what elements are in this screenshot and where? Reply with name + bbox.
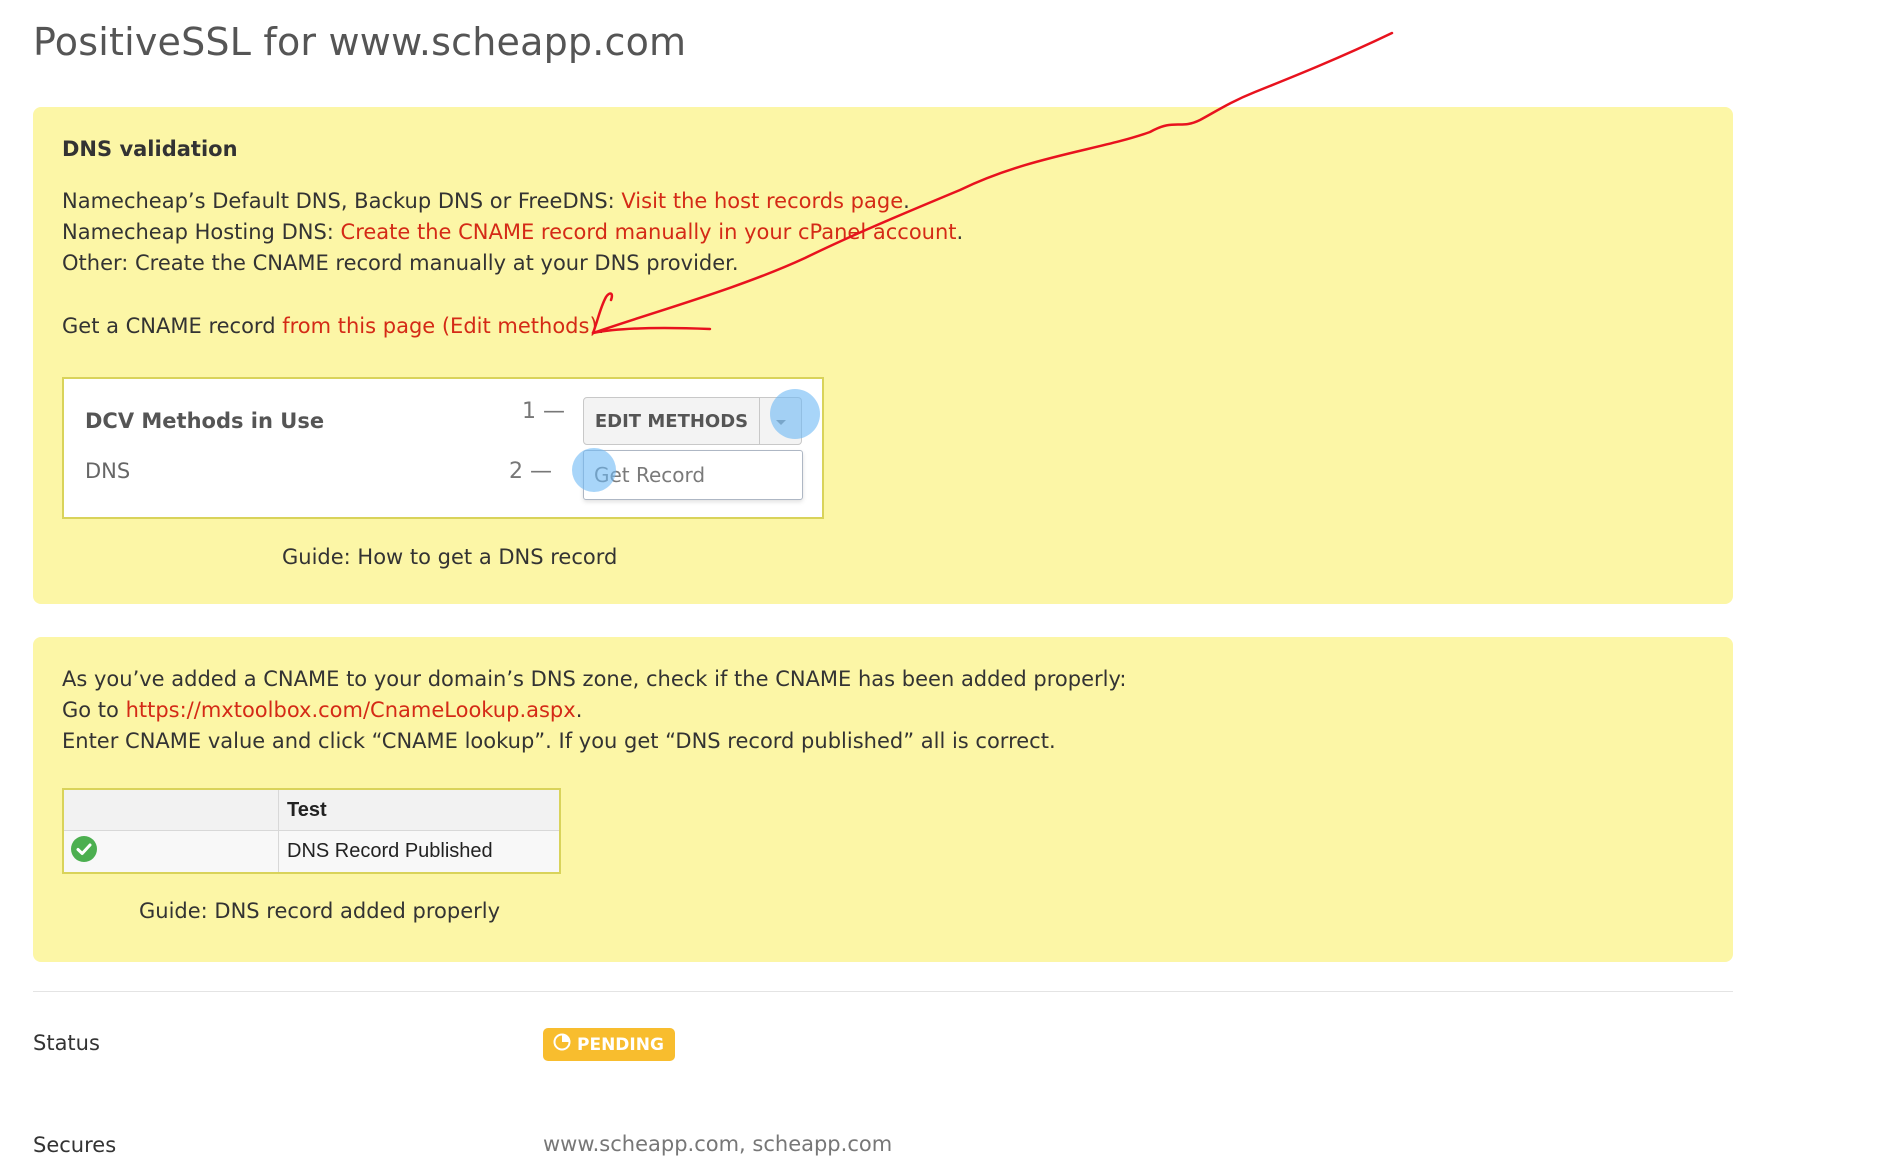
hosting-dns-line: Namecheap Hosting DNS: Create the CNAME … (62, 220, 963, 244)
page-title: PositiveSSL for www.scheapp.com (33, 20, 687, 64)
mx-header-test: Test (287, 798, 327, 821)
ssl-details-page: PositiveSSL for www.scheapp.com DNS vali… (0, 0, 1883, 1170)
mx-status-cell (64, 831, 279, 872)
cname-check-panel: As you’ve added a CNAME to your domain’s… (33, 637, 1733, 962)
default-dns-suffix: . (903, 189, 910, 213)
get-cname-line: Get a CNAME record from this page (Edit … (62, 314, 604, 338)
hosting-dns-suffix: . (956, 220, 964, 244)
secures-value: www.scheapp.com, scheapp.com (543, 1132, 893, 1156)
mxtoolbox-suffix: . (575, 698, 583, 722)
section-divider (33, 991, 1733, 992)
get-cname-suffix: . (597, 314, 605, 338)
default-dns-text: Namecheap’s Default DNS, Backup DNS or F… (62, 189, 622, 213)
cname-lookup-instructions: Enter CNAME value and click “CNAME looku… (62, 729, 1056, 753)
edit-methods-link[interactable]: from this page (Edit methods) (282, 314, 597, 338)
get-cname-text: Get a CNAME record (62, 314, 283, 338)
step-1-marker: 1 — (522, 399, 565, 424)
host-records-link[interactable]: Visit the host records page (621, 189, 903, 213)
status-label: Status (33, 1031, 100, 1055)
click-marker-step2 (572, 448, 616, 492)
dns-record-guide-caption: Guide: How to get a DNS record (282, 545, 618, 569)
dcv-methods-title: DCV Methods in Use (85, 409, 325, 433)
check-circle-icon (70, 835, 98, 868)
edit-methods-button[interactable]: EDIT METHODS (583, 397, 760, 445)
mxtoolbox-result-screenshot: Test DNS Record Published (62, 788, 561, 874)
step-2-marker: 2 — (509, 459, 552, 484)
dns-validation-heading: DNS validation (62, 137, 238, 161)
default-dns-line: Namecheap’s Default DNS, Backup DNS or F… (62, 189, 910, 213)
mx-header-empty-cell (64, 790, 279, 830)
table-row: DNS Record Published (64, 831, 559, 872)
clock-icon (553, 1033, 571, 1056)
mxtoolbox-prefix: Go to (62, 698, 126, 722)
mx-result-value: DNS Record Published (287, 840, 493, 862)
dns-added-guide-caption: Guide: DNS record added properly (139, 899, 501, 923)
dns-validation-panel: DNS validation Namecheap’s Default DNS, … (33, 107, 1733, 604)
other-dns-line: Other: Create the CNAME record manually … (62, 251, 739, 275)
hosting-dns-text: Namecheap Hosting DNS: (62, 220, 341, 244)
mxtoolbox-line: Go to https://mxtoolbox.com/CnameLookup.… (62, 698, 582, 722)
dcv-methods-screenshot: DCV Methods in Use DNS 1 — 2 — EDIT METH… (62, 377, 824, 519)
mxtoolbox-link[interactable]: https://mxtoolbox.com/CnameLookup.aspx (126, 698, 576, 722)
cname-check-intro: As you’ve added a CNAME to your domain’s… (62, 667, 1127, 691)
click-marker-step1 (770, 389, 820, 439)
mx-table-header: Test (64, 790, 559, 831)
status-badge-text: PENDING (577, 1034, 664, 1055)
secures-label: Secures (33, 1133, 117, 1157)
get-record-menu-item[interactable]: Get Record (583, 450, 803, 500)
status-badge: PENDING (543, 1028, 675, 1061)
dcv-method-dns: DNS (85, 459, 131, 483)
cpanel-cname-link[interactable]: Create the CNAME record manually in your… (341, 220, 957, 244)
